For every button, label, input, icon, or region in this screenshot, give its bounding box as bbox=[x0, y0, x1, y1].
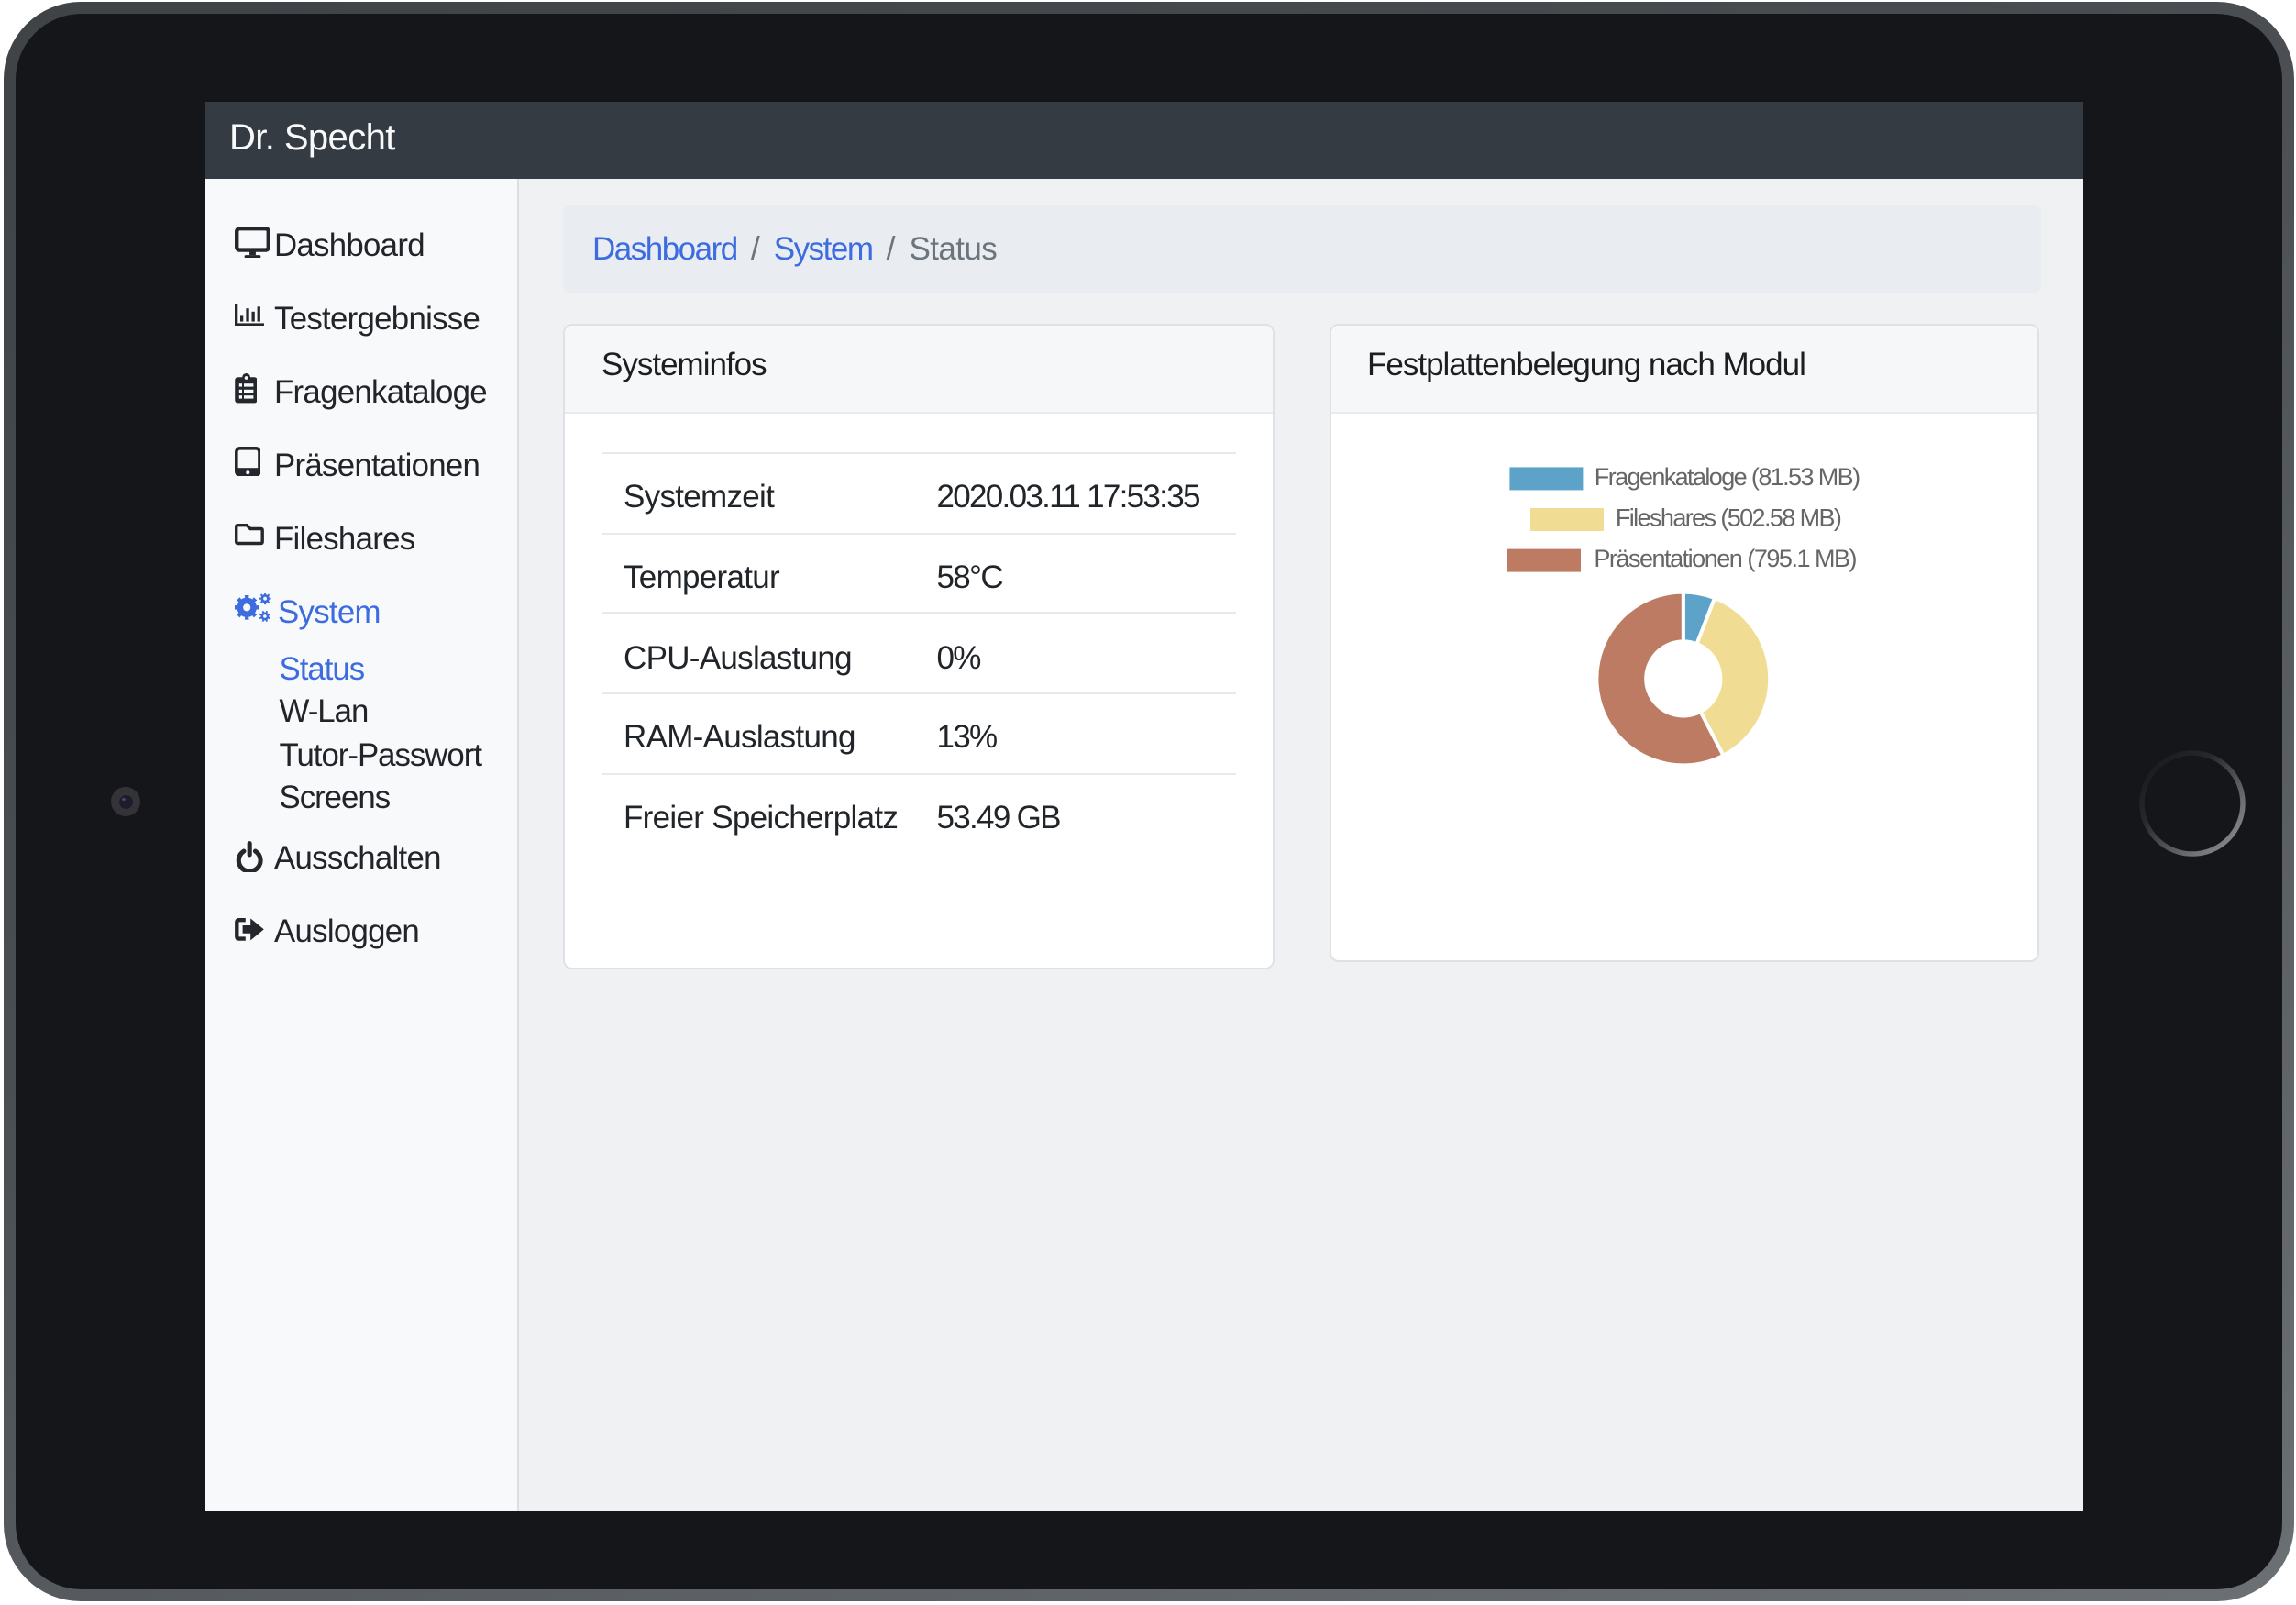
svg-text:Präsentationen (795.1 MB): Präsentationen (795.1 MB) bbox=[1593, 544, 1855, 571]
svg-text:Fileshares (502.58 MB): Fileshares (502.58 MB) bbox=[1615, 504, 1840, 531]
svg-text:Fragenkataloge (81.53 MB): Fragenkataloge (81.53 MB) bbox=[1594, 462, 1859, 490]
